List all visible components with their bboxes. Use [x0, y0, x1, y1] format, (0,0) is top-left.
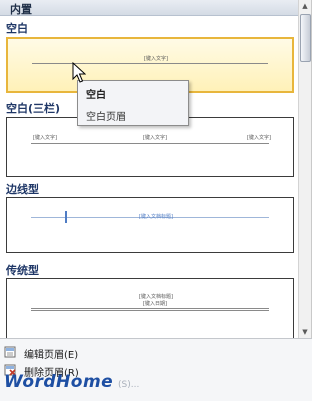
scroll-down-arrow-icon[interactable]: ▼	[299, 326, 311, 338]
placeholder-date: [键入日期]	[143, 301, 167, 307]
placeholder-title: [键入文档标题]	[139, 294, 173, 300]
gallery-header: 内置	[0, 0, 298, 16]
placeholder-title: [键入文档标题]	[139, 214, 173, 220]
placeholder-left: [键入文字]	[33, 135, 57, 141]
header-template-sideline[interactable]: [键入文档标题]	[6, 197, 294, 253]
watermark-logo: WordHome	[4, 372, 114, 392]
tooltip-title: 空白	[86, 90, 106, 101]
header-template-three-column[interactable]: [键入文字] [键入文字] [键入文字]	[6, 117, 294, 177]
header-template-traditional[interactable]: [键入文档标题] [键入日期]	[6, 278, 294, 338]
watermark-tail: (S)...	[118, 380, 140, 390]
header-line	[32, 63, 268, 64]
edit-header-menu-item[interactable]: 编辑页眉(E)	[0, 343, 312, 361]
section-title-blank: 空白	[6, 22, 28, 35]
tooltip-description: 空白页眉	[86, 112, 126, 123]
scroll-thumb[interactable]	[300, 14, 311, 62]
header-line-double	[31, 310, 269, 311]
edit-header-icon	[4, 346, 16, 358]
side-marker	[65, 211, 67, 223]
section-title-sideline: 边线型	[6, 183, 39, 196]
gallery-scrollbar[interactable]: ▲ ▼	[298, 0, 311, 338]
edit-header-label: 编辑页眉(E)	[24, 350, 79, 361]
gallery-header-label: 内置	[10, 3, 32, 16]
template-tooltip: 空白 空白页眉	[77, 80, 189, 126]
placeholder-right: [键入文字]	[247, 135, 271, 141]
header-gallery: 内置 空白 [键入文字] 空白(三栏) [键入文字] [键入文字] [键入文字]…	[0, 0, 312, 338]
section-title-traditional: 传统型	[6, 264, 39, 277]
mouse-pointer-icon	[72, 62, 86, 83]
header-line	[31, 143, 269, 144]
header-line	[31, 308, 269, 309]
scroll-up-arrow-icon[interactable]: ▲	[299, 0, 311, 12]
placeholder-center: [键入文字]	[143, 135, 167, 141]
section-title-blank-three-col: 空白(三栏)	[6, 102, 61, 115]
placeholder-text: [键入文字]	[144, 56, 168, 62]
